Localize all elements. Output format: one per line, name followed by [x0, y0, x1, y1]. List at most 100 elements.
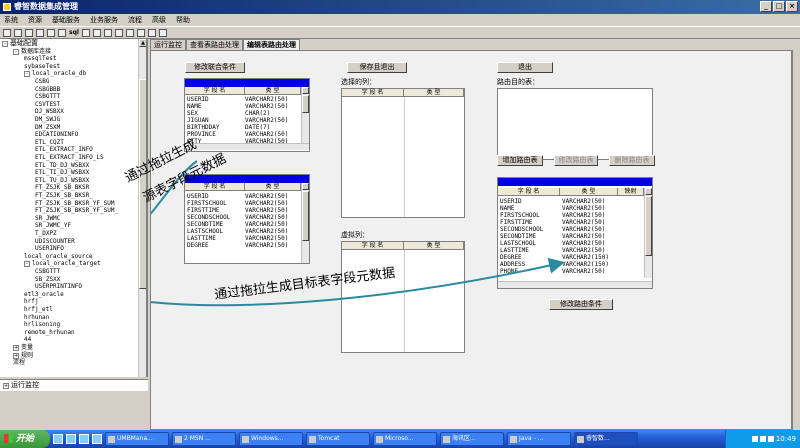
taskbar-task[interactable]: Tomcat	[306, 432, 370, 446]
collapse-icon[interactable]: -	[24, 71, 30, 78]
tree-node[interactable]: 44	[24, 336, 31, 343]
taskbar-task[interactable]: UMBMana...	[105, 432, 169, 446]
table-icon[interactable]	[81, 28, 90, 37]
tree-node[interactable]: hrfj	[24, 298, 38, 305]
run-icon[interactable]	[58, 28, 66, 37]
tree-node[interactable]: + 规则	[13, 352, 33, 359]
minimize-button[interactable]: _	[760, 1, 772, 12]
tree-node[interactable]: DJ_WSBXX	[35, 108, 64, 115]
content-scrollbar[interactable]	[792, 50, 800, 430]
maximize-button[interactable]: □	[773, 1, 785, 12]
taskbar-task[interactable]: Windows...	[239, 432, 303, 446]
tree-node[interactable]: SB_ZSXX	[35, 276, 60, 283]
export-icon[interactable]	[103, 28, 112, 37]
tab[interactable]: 运行监控	[150, 39, 186, 50]
tree-node[interactable]: FT_ZSJK_SB_BKSR_YF_SUM_	[35, 207, 118, 214]
start-button[interactable]: 开始	[0, 430, 50, 448]
tree-bottom-node[interactable]: + 运行监控	[0, 379, 148, 391]
tree-node[interactable]: etl3_oracle	[24, 291, 64, 298]
close-button[interactable]: ×	[786, 1, 798, 12]
menu-item[interactable]: 高级	[152, 14, 166, 26]
tree-node[interactable]: CSBGTTT	[35, 93, 60, 100]
import-icon[interactable]	[92, 28, 101, 37]
tree-node[interactable]: hrhunan	[24, 314, 49, 321]
tree-node[interactable]: SR_JWMC_YF	[35, 222, 71, 229]
tree-node-label: 基础配置	[10, 39, 38, 47]
menu-item[interactable]: 帮助	[176, 14, 190, 26]
help-icon[interactable]	[158, 28, 167, 37]
volume-icon[interactable]	[759, 436, 766, 442]
network-icon[interactable]	[751, 436, 758, 442]
collapse-icon[interactable]: -	[13, 48, 19, 55]
app-icon	[242, 436, 249, 443]
tree-node[interactable]: CSVTEST	[35, 101, 60, 108]
media-icon[interactable]	[79, 434, 89, 444]
tree-node[interactable]: SR_JWMC	[35, 215, 60, 222]
taskbar-task[interactable]: 海讯区...	[440, 432, 504, 446]
tree-node[interactable]: FT_ZSJK_SB_BKSR_	[35, 192, 93, 199]
tree-node[interactable]: - local_oracle_db	[24, 70, 86, 78]
menu-item[interactable]: 系统	[4, 14, 18, 26]
tree-node[interactable]: - local_oracle_target	[24, 260, 101, 268]
tree-node[interactable]: ETL_TD_DJ_WSBXX	[35, 162, 89, 169]
tree-node[interactable]: UDISCOUNTER	[35, 238, 75, 245]
tree-node[interactable]: ETL_CQZT	[35, 139, 64, 146]
tree-node[interactable]: CSBG	[35, 78, 49, 85]
ie-icon[interactable]	[53, 434, 63, 444]
tree-node[interactable]: sybaseTest	[24, 63, 60, 70]
tree-node[interactable]: FT_ZSJK_SB_BKSR_YF_SUM	[35, 200, 114, 207]
collapse-icon[interactable]: -	[2, 41, 8, 47]
expand-icon[interactable]: +	[13, 352, 19, 359]
monitor-icon[interactable]	[136, 28, 145, 37]
database-icon[interactable]	[47, 28, 55, 37]
tree-vertical-scrollbar[interactable]: ▲	[138, 39, 146, 377]
save-icon[interactable]	[25, 28, 33, 37]
tree-node[interactable]: DM_SWJG	[35, 116, 60, 123]
taskbar-task[interactable]: Microso...	[373, 432, 437, 446]
menu-item[interactable]: 资源	[28, 14, 42, 26]
tree-node[interactable]: + 变量	[13, 344, 33, 351]
tree-node[interactable]: - 数据库连接	[13, 48, 51, 55]
map-icon[interactable]	[125, 28, 134, 37]
tree-node[interactable]: remote_hrhunan	[24, 329, 75, 336]
tree-node[interactable]: FT_ZSJK_SB_BKSR	[35, 184, 89, 191]
taskbar-task[interactable]: 2 MSN ...	[172, 432, 236, 446]
tree-node[interactable]: CSBGBBB	[35, 86, 60, 93]
tree-node[interactable]: ETL_EXTRACT_INFO_LS	[35, 154, 104, 161]
tree-node[interactable]: hrlisoning	[24, 321, 60, 328]
tree-node[interactable]: ETL_TI_DJ_WSBXX	[35, 169, 89, 176]
expand-icon[interactable]: +	[13, 345, 19, 351]
tree-node[interactable]: ETL_EXTRACT_INFO	[35, 146, 93, 153]
open-icon[interactable]	[14, 28, 22, 37]
tree-node[interactable]: 流程	[13, 359, 25, 366]
taskbar-task[interactable]: 睿智数...	[574, 432, 638, 446]
tree-node[interactable]: mssqlTest	[24, 55, 57, 62]
outlook-icon[interactable]	[92, 434, 102, 444]
security-icon[interactable]	[767, 436, 774, 442]
new-icon[interactable]	[3, 28, 11, 37]
tab[interactable]: 查看表路由处理	[186, 39, 243, 50]
tree-node[interactable]: DM_ZSXM	[35, 124, 60, 131]
tree-node[interactable]: hrfj_etl	[24, 306, 53, 313]
menu-item[interactable]: 基础服务	[52, 14, 80, 26]
tree-node[interactable]: CSBGTTT	[35, 268, 60, 275]
scroll-up-icon[interactable]: ▲	[139, 39, 146, 47]
tree-node[interactable]: EDCATIONINFO	[35, 131, 78, 138]
collapse-icon[interactable]: -	[24, 261, 30, 268]
tree-node[interactable]: ETL_TU_DJ_WSBXX	[35, 177, 89, 184]
tab[interactable]: 编辑表路由处理	[243, 39, 300, 50]
tree-node[interactable]: USERPRINTINFO	[35, 283, 82, 290]
tree-node[interactable]: - 基础配置	[2, 40, 38, 47]
expand-icon[interactable]: +	[3, 383, 9, 389]
desktop-icon[interactable]	[66, 434, 76, 444]
user-icon[interactable]	[147, 28, 156, 37]
route-icon[interactable]	[114, 28, 123, 37]
taskbar-task[interactable]: Java - ...	[507, 432, 571, 446]
sql-button[interactable]: sql	[69, 29, 79, 36]
menu-item[interactable]: 业务服务	[90, 14, 118, 26]
menu-item[interactable]: 流程	[128, 14, 142, 26]
tree-node[interactable]: T_DXPZ	[35, 230, 57, 237]
connect-icon[interactable]	[36, 28, 44, 37]
tree-node[interactable]: local_oracle_source	[24, 253, 93, 260]
tree-node[interactable]: USERINFO	[35, 245, 64, 252]
